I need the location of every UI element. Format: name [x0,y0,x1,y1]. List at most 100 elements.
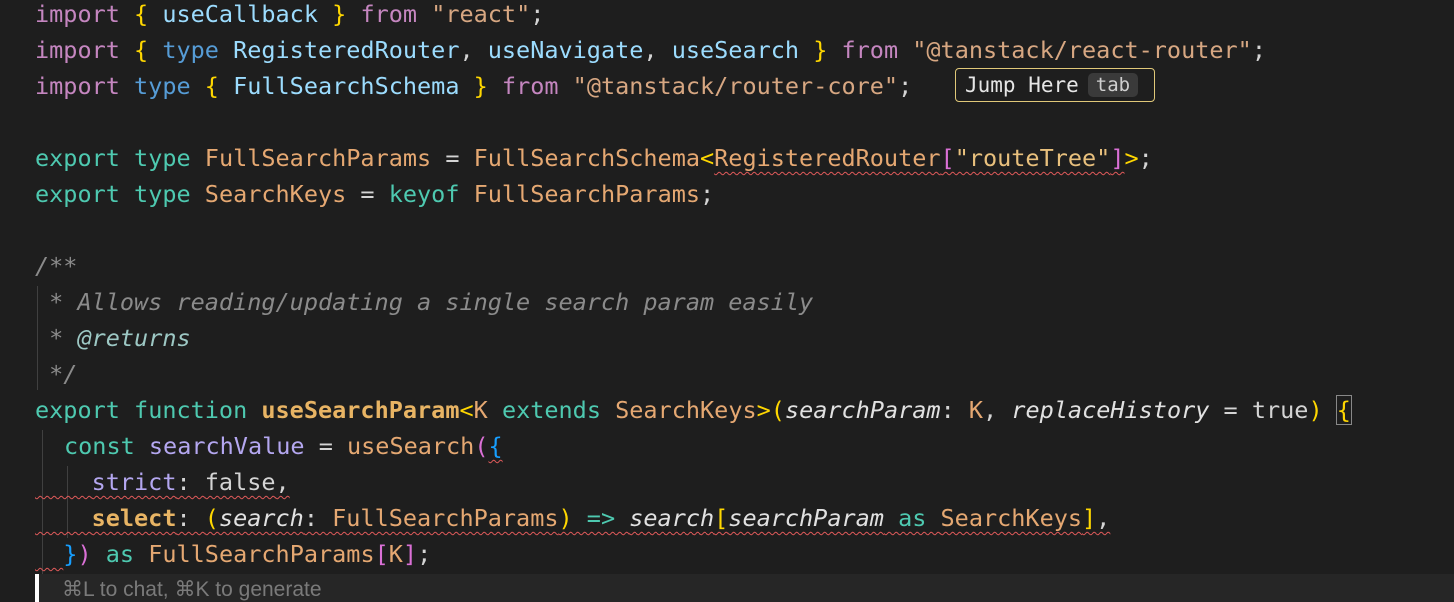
type-reference: RegisteredRouter [714,144,941,172]
colon: : [176,468,205,496]
jump-here-label: Jump Here [965,73,1079,97]
brace: { [1335,395,1352,425]
variable: search [629,504,715,532]
code-line-16: }) as FullSearchParams[K]; [35,536,431,572]
comment-star: * [35,324,78,352]
string-literal: "@tanstack/router-core" [572,72,899,100]
chat-hint-text: ⌘L to chat, ⌘K to generate [62,578,322,601]
type-param: K [473,396,488,424]
parameter: replaceHistory [1011,396,1210,424]
code-line-1: import { useCallback } from "react"; [35,0,544,32]
function-name: useSearchParam [261,396,460,424]
code-line-12: export function useSearchParam<K extends… [35,392,1352,428]
string-literal: "routeTree" [954,144,1111,172]
identifier: FullSearchSchema [233,72,460,100]
code-line-9: * Allows reading/updating a single searc… [35,288,814,316]
brace: { [204,72,234,100]
equals: = [431,144,474,172]
colon: : [303,504,333,532]
function-keyword: function [134,396,248,424]
paren: ( [474,432,489,460]
comma: , [275,468,290,496]
extends-keyword: extends [501,396,601,424]
bracket: [ [714,504,729,532]
type-reference: K [968,396,984,424]
code-line-8: /** [35,252,78,280]
angle-bracket: < [700,144,715,172]
semicolon: ; [417,540,432,568]
paren: ) [1308,396,1323,424]
from-keyword: from [360,0,418,28]
const-keyword: const [64,432,135,460]
string-literal: "@tanstack/react-router" [912,36,1252,64]
type-keyword: type [134,144,191,172]
tab-key-badge: tab [1087,73,1139,97]
paren: ( [770,396,785,424]
colon: : [940,396,969,424]
semicolon: ; [898,72,913,100]
property-name: strict [91,468,177,496]
export-keyword: export [35,180,120,208]
comma: , [643,36,672,64]
code-line-6: export type SearchKeys = keyof FullSearc… [35,176,714,212]
angle-bracket: < [459,396,474,424]
type-reference: FullSearchParams [148,540,375,568]
as-keyword: as [883,504,941,532]
type-keyword: type [134,180,191,208]
bracket: [ [940,144,955,172]
code-line-15: select: (search: FullSearchParams) => se… [35,500,1111,536]
semicolon: ; [700,180,715,208]
angle-bracket: > [1124,144,1139,172]
import-keyword: import [35,0,120,28]
type-reference: SearchKeys [615,396,757,424]
export-keyword: export [35,144,120,172]
equals: = [1209,396,1252,424]
equals: = [304,432,347,460]
equals: = [346,180,389,208]
code-line-3: import type { FullSearchSchema } from "@… [35,68,912,104]
type-keyword: type [134,72,191,100]
string-literal: "react" [431,0,531,28]
identifier: RegisteredRouter [233,36,460,64]
type-reference: FullSearchParams [473,180,701,208]
as-keyword: as [105,540,135,568]
bracket: ] [402,540,418,568]
type-reference: SearchKeys [940,504,1083,532]
type-name: FullSearchParams [204,144,432,172]
brace: } [799,36,828,64]
code-line-5: export type FullSearchParams = FullSearc… [35,140,1153,176]
export-keyword: export [35,396,120,424]
code-line-13: const searchValue = useSearch({ [64,428,503,464]
code-line-2: import { type RegisteredRouter, useNavig… [35,32,1266,68]
import-keyword: import [35,72,120,100]
brace: { [488,432,503,460]
comma: , [983,396,1012,424]
type-keyword: type [162,36,219,64]
variable: searchParam [728,504,884,532]
brace: { [134,0,163,28]
brace: } [63,540,78,568]
code-editor[interactable]: import { useCallback } from "react"; imp… [0,0,1454,602]
jump-here-button[interactable]: Jump Here tab [955,68,1155,102]
boolean-literal: false [204,468,276,496]
variable-name: searchValue [148,432,305,460]
boolean-literal: true [1251,396,1309,424]
paren: ) [558,504,573,532]
import-keyword: import [35,36,120,64]
type-reference: FullSearchSchema [473,144,700,172]
code-line-11: */ [35,360,78,388]
semicolon: ; [1251,36,1266,64]
type-name: SearchKeys [204,180,347,208]
angle-bracket: > [756,396,771,424]
comma: , [1096,504,1111,532]
brace: { [134,36,163,64]
identifier: useNavigate [487,36,644,64]
from-keyword: from [841,36,899,64]
type-param: K [388,540,403,568]
type-reference: FullSearchParams [332,504,559,532]
keyof-keyword: keyof [388,180,460,208]
function-call: useSearch [347,432,475,460]
jsdoc-tag: @returns [77,324,191,352]
brace: } [317,0,347,28]
from-keyword: from [501,72,559,100]
